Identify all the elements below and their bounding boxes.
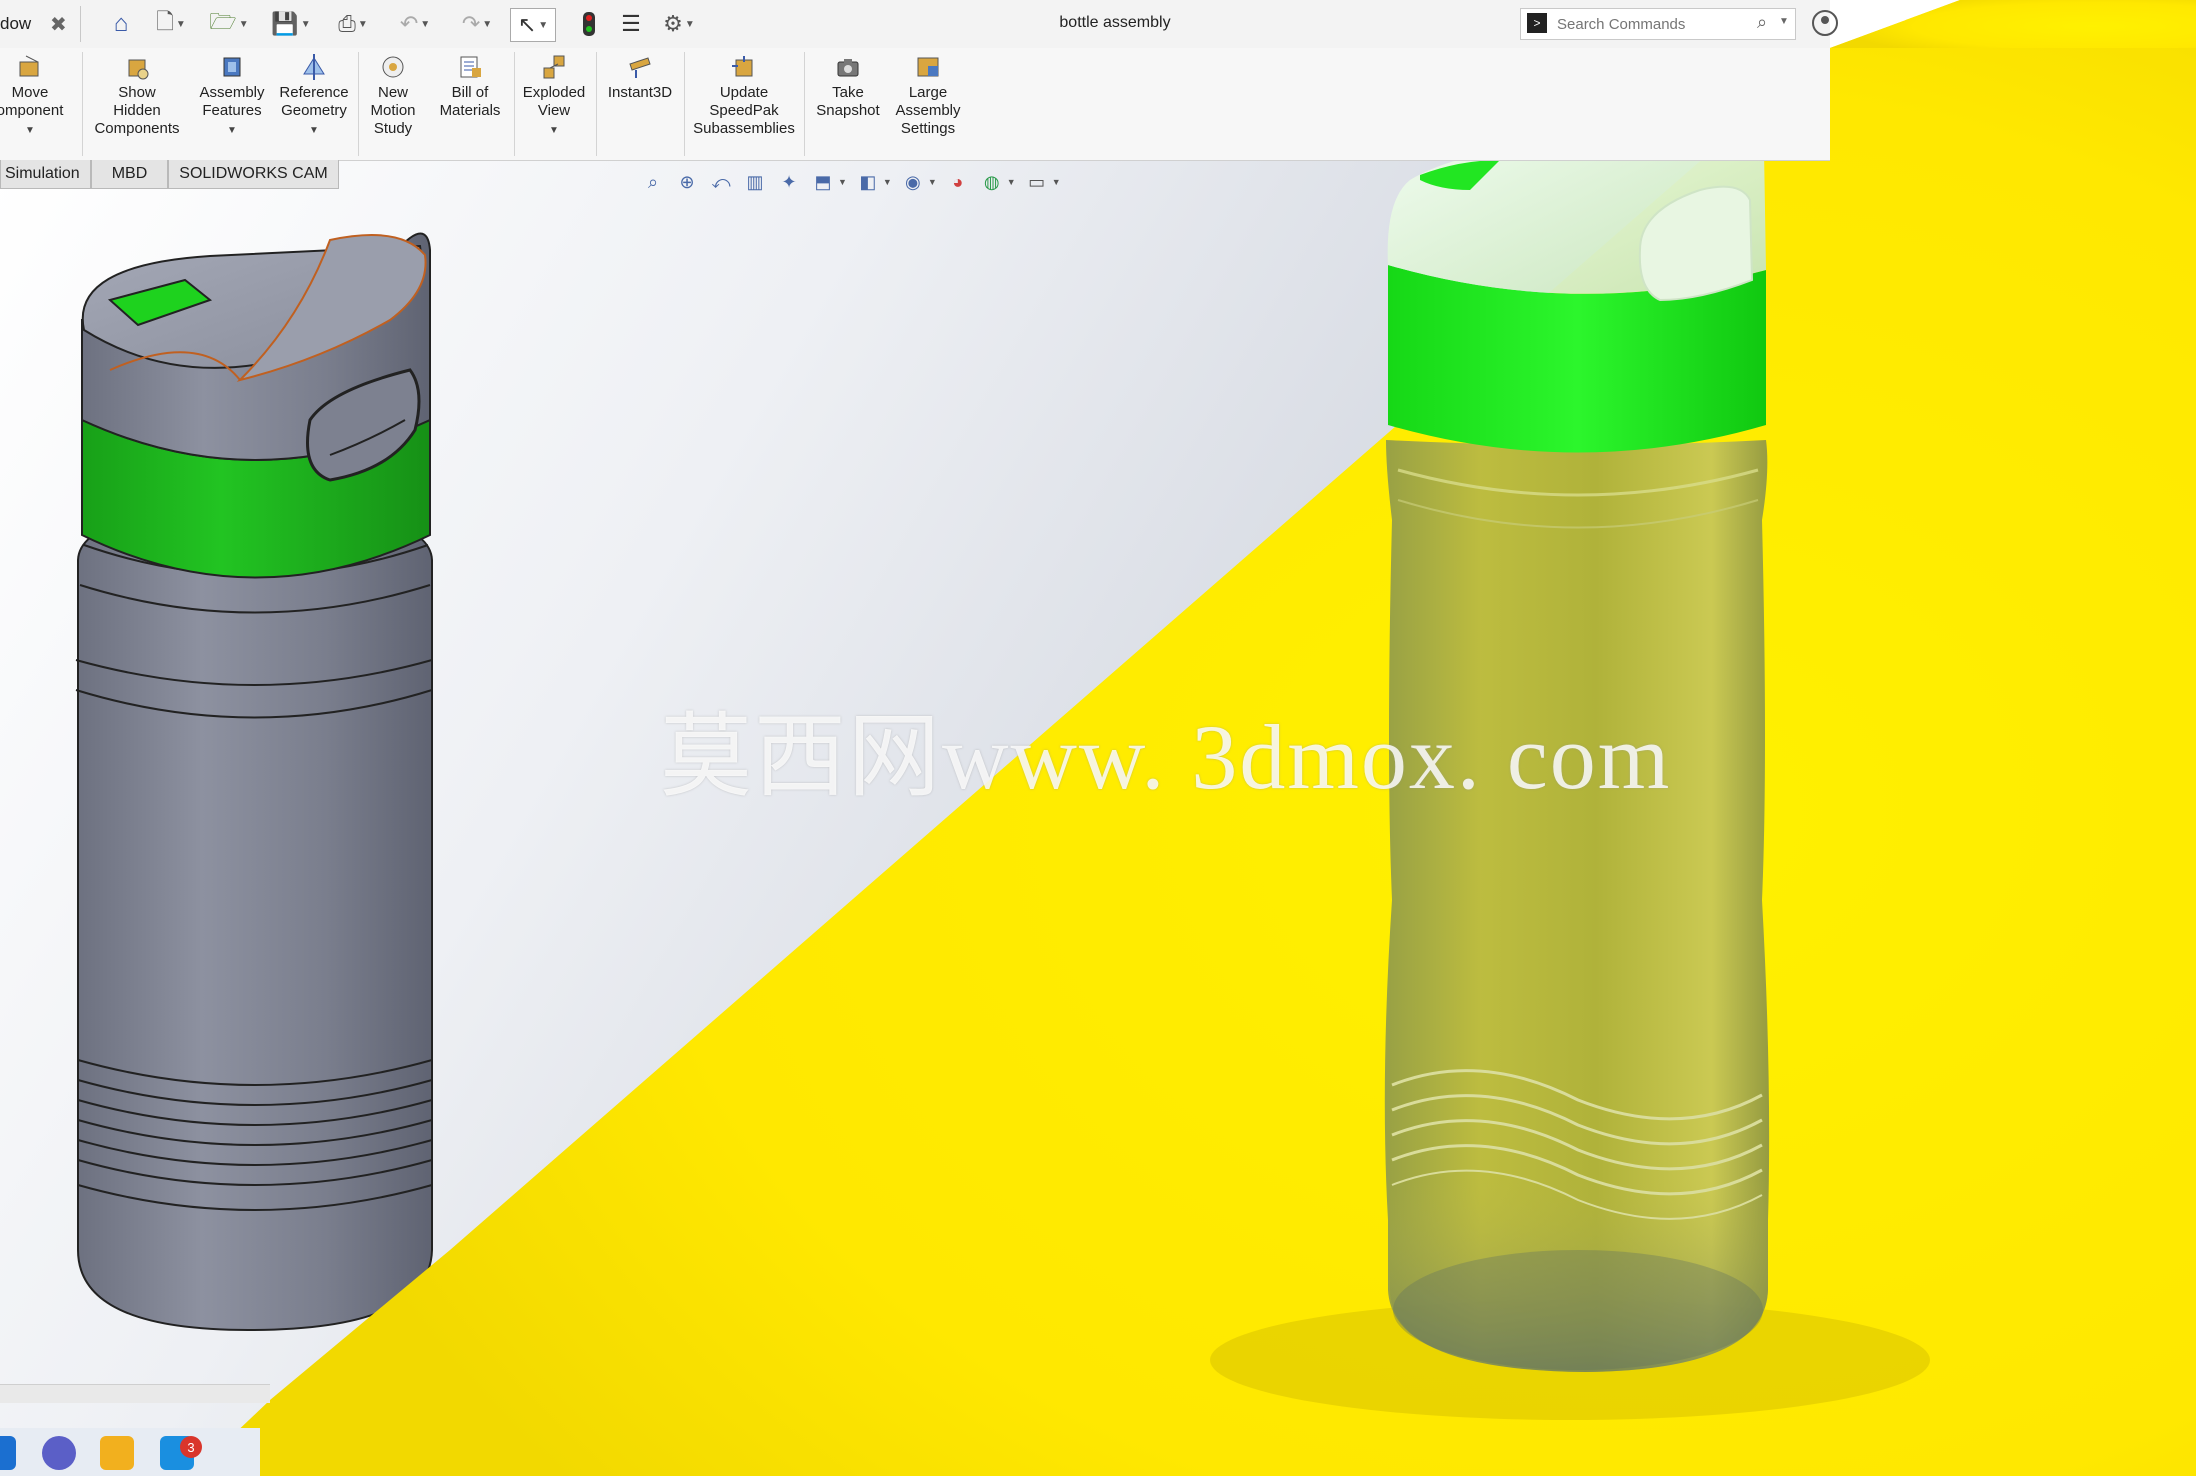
separator	[804, 52, 805, 156]
show-hidden-components-button[interactable]: Show Hidden Components	[88, 54, 186, 138]
rebuild-icon[interactable]	[574, 8, 604, 40]
dynamic-annotation-icon[interactable]: ✦	[776, 169, 802, 195]
chevron-down-icon[interactable]: ▼	[309, 122, 319, 140]
button-label: Instant3D	[607, 84, 673, 101]
exploded-view-button[interactable]: Exploded View ▼	[516, 54, 592, 140]
previous-view-icon[interactable]: ⤺	[708, 169, 734, 195]
bill-of-materials-button[interactable]: Bill of Materials	[430, 54, 510, 120]
button-label: Assembly Features	[199, 84, 265, 119]
bom-icon	[456, 54, 484, 80]
toolbar-separator	[80, 6, 81, 42]
print-icon[interactable]: ⎙ ▼	[330, 8, 376, 40]
view-orientation-icon[interactable]: ⬒	[810, 169, 836, 195]
separator	[82, 52, 83, 156]
button-label: New Motion Study	[370, 84, 416, 137]
edit-appearance-icon[interactable]: ◕	[945, 169, 971, 195]
large-assembly-icon	[914, 54, 942, 80]
file-properties-icon[interactable]: ☰	[616, 8, 646, 40]
instant3d-button[interactable]: Instant3D	[600, 54, 680, 102]
command-tabs: Simulation MBD SOLIDWORKS CAM	[0, 160, 339, 190]
tab-mbd[interactable]: MBD	[90, 160, 169, 189]
separator	[596, 52, 597, 156]
zoom-to-fit-icon[interactable]: ⌕	[640, 169, 666, 195]
tab-solidworks-cam[interactable]: SOLIDWORKS CAM	[168, 160, 339, 189]
new-motion-study-button[interactable]: New Motion Study	[362, 54, 424, 138]
user-account-icon[interactable]	[1812, 10, 1838, 36]
separator	[684, 52, 685, 156]
chevron-down-icon[interactable]: ▼	[1007, 177, 1016, 187]
update-speedpak-button[interactable]: Update SpeedPak Subassemblies	[688, 54, 800, 138]
hide-show-items-icon[interactable]: ◉	[900, 169, 926, 195]
select-cursor-icon[interactable]: ↖ ▼	[510, 8, 556, 42]
notification-badge: 3	[180, 1436, 202, 1458]
display-style-icon[interactable]: ◧	[855, 169, 881, 195]
taskbar	[0, 1428, 260, 1476]
button-label: Move omponent	[0, 84, 64, 119]
large-assembly-settings-button[interactable]: Large Assembly Settings	[888, 54, 968, 138]
reference-geometry-button[interactable]: Reference Geometry ▼	[274, 54, 354, 140]
status-bar	[0, 1384, 270, 1403]
camera-icon	[834, 54, 862, 80]
tab-simulation[interactable]: Simulation	[0, 160, 91, 189]
motion-study-icon	[379, 54, 407, 80]
chevron-down-icon[interactable]: ▼	[25, 122, 35, 140]
section-view-icon[interactable]: ▥	[742, 169, 768, 195]
exploded-view-icon	[540, 54, 568, 80]
title-bar: dow ✖ ⌂ 🗋 ▼ 🗁 ▼ 💾 ▼ ⎙ ▼ ↶ ▼ ↷ ▼ ↖ ▼ ☰ ⚙ ▼ bottle…	[0, 0, 1838, 49]
pin-icon[interactable]: ✖	[50, 12, 67, 37]
teams-icon[interactable]	[42, 1436, 76, 1470]
gear-icon[interactable]: ⚙ ▼	[656, 8, 702, 40]
button-label: Large Assembly Settings	[895, 84, 961, 137]
separator	[358, 52, 359, 156]
button-label: Show Hidden Components	[94, 84, 180, 137]
new-document-icon[interactable]: 🗋 ▼	[150, 8, 192, 40]
button-label: Update SpeedPak Subassemblies	[693, 84, 795, 137]
view-settings-icon[interactable]: ▭	[1024, 169, 1050, 195]
button-label: Exploded View	[522, 84, 586, 119]
search-input[interactable]	[1555, 12, 1759, 36]
command-manager: Move omponent ▼ Show Hidden Components A…	[0, 48, 1830, 161]
watermark-text: 莫西网www. 3dmox. com	[660, 706, 1672, 808]
menu-fragment[interactable]: dow	[0, 14, 31, 34]
instant3d-icon	[626, 54, 654, 80]
chevron-down-icon[interactable]: ▼	[1052, 177, 1061, 187]
assembly-features-button[interactable]: Assembly Features ▼	[194, 54, 270, 140]
save-icon[interactable]: 💾 ▼	[268, 8, 314, 40]
take-snapshot-button[interactable]: Take Snapshot	[808, 54, 888, 120]
search-icon[interactable]: ⌕	[1757, 12, 1767, 33]
zoom-to-area-icon[interactable]: ⊕	[674, 169, 700, 195]
home-icon[interactable]: ⌂	[104, 8, 138, 40]
chevron-down-icon[interactable]: ▼	[1779, 16, 1789, 27]
start-icon[interactable]	[0, 1436, 16, 1470]
chevron-down-icon[interactable]: ▼	[838, 177, 847, 187]
chevron-down-icon[interactable]: ▼	[928, 177, 937, 187]
move-component-button[interactable]: Move omponent ▼	[0, 54, 64, 140]
heads-up-view-toolbar: ⌕ ⊕ ⤺ ▥ ✦ ⬒ ▼ ◧ ▼ ◉ ▼ ◕ ◍ ▼ ▭ ▼	[640, 168, 1061, 196]
search-commands-box[interactable]: > ⌕ ▼	[1520, 8, 1796, 40]
document-title: bottle assembly	[1059, 14, 1171, 31]
separator	[514, 52, 515, 156]
screen: dow ✖ ⌂ 🗋 ▼ 🗁 ▼ 💾 ▼ ⎙ ▼ ↶ ▼ ↷ ▼ ↖ ▼ ☰ ⚙ ▼ bottle…	[0, 0, 2196, 1476]
show-hidden-icon	[123, 54, 151, 80]
chevron-down-icon[interactable]: ▼	[883, 177, 892, 187]
assembly-features-icon	[218, 54, 246, 80]
chevron-down-icon[interactable]: ▼	[549, 122, 559, 140]
button-label: Take Snapshot	[816, 84, 880, 119]
speedpak-icon	[730, 54, 758, 80]
open-folder-icon[interactable]: 🗁 ▼	[206, 8, 252, 40]
apply-scene-icon[interactable]: ◍	[979, 169, 1005, 195]
button-label: Bill of Materials	[439, 84, 501, 119]
file-explorer-icon[interactable]	[100, 1436, 134, 1470]
chevron-down-icon[interactable]: ▼	[227, 122, 237, 140]
move-component-icon	[16, 54, 44, 80]
command-prompt-icon: >	[1527, 13, 1547, 33]
button-label: Reference Geometry	[279, 84, 349, 119]
reference-geometry-icon	[300, 54, 328, 80]
undo-icon[interactable]: ↶ ▼	[392, 8, 438, 40]
redo-icon[interactable]: ↷ ▼	[454, 8, 500, 40]
